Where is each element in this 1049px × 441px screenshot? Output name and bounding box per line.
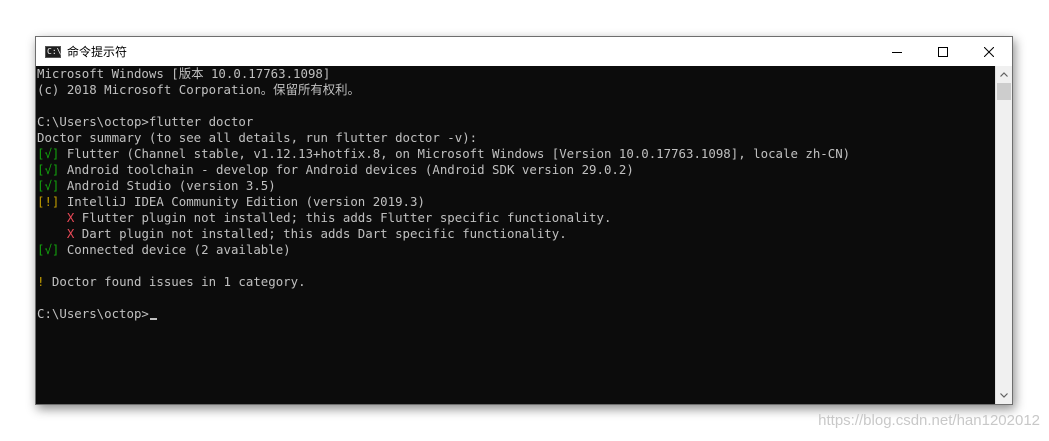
status-marker: [√] — [37, 178, 60, 193]
terminal-line: [√] Flutter (Channel stable, v1.12.13+ho… — [36, 146, 996, 162]
terminal-line: Doctor summary (to see all details, run … — [36, 130, 996, 146]
line-text: C:\Users\octop>flutter doctor — [37, 114, 254, 129]
scroll-down-arrow-icon — [1000, 393, 1008, 398]
scroll-up-button[interactable] — [996, 66, 1012, 83]
status-marker: [√] — [37, 162, 60, 177]
close-button[interactable] — [966, 37, 1012, 66]
cmd-window: C:\ 命令提示符 Microsoft Windows [版本 10.0.177… — [35, 36, 1013, 405]
title-bar[interactable]: C:\ 命令提示符 — [36, 37, 1012, 66]
status-marker: [√] — [37, 242, 60, 257]
terminal-line: ! Doctor found issues in 1 category. — [36, 274, 996, 290]
line-text: Doctor found issues in 1 category. — [44, 274, 306, 289]
line-text: Flutter (Channel stable, v1.12.13+hotfix… — [59, 146, 851, 161]
terminal-output[interactable]: Microsoft Windows [版本 10.0.17763.1098] (c… — [36, 66, 996, 404]
terminal-line: [√] Connected device (2 available) — [36, 242, 996, 258]
maximize-icon — [938, 46, 948, 57]
status-marker: [√] — [37, 146, 60, 161]
cmd-app-icon[interactable]: C:\ — [45, 45, 62, 58]
maximize-button[interactable] — [920, 37, 966, 66]
line-text: C:\Users\octop> — [37, 306, 149, 321]
line-text: Flutter plugin not installed; this adds … — [74, 210, 612, 225]
terminal-line: C:\Users\octop>flutter doctor — [36, 114, 996, 130]
line-text: Doctor summary (to see all details, run … — [37, 130, 478, 145]
line-text: IntelliJ IDEA Community Edition (version… — [59, 194, 425, 209]
minimize-button[interactable] — [874, 37, 920, 66]
terminal-line: [√] Android Studio (version 3.5) — [36, 178, 996, 194]
scroll-down-button[interactable] — [996, 387, 1012, 404]
terminal-line: Microsoft Windows [版本 10.0.17763.1098] — [36, 66, 996, 82]
line-text: (c) 2018 Microsoft Corporation。保留所有权利。 — [37, 82, 360, 97]
minimize-icon — [892, 51, 902, 53]
line-text: Android Studio (version 3.5) — [59, 178, 276, 193]
line-text: Dart plugin not installed; this adds Dar… — [74, 226, 567, 241]
scroll-thumb[interactable] — [997, 83, 1011, 100]
terminal-line: (c) 2018 Microsoft Corporation。保留所有权利。 — [36, 82, 996, 98]
scroll-up-arrow-icon — [1000, 72, 1008, 77]
terminal-line: X Dart plugin not installed; this adds D… — [36, 226, 996, 242]
terminal-line: C:\Users\octop> — [36, 306, 996, 322]
window-title: 命令提示符 — [67, 45, 128, 59]
caption-buttons — [874, 37, 1012, 66]
vertical-scrollbar[interactable] — [995, 66, 1012, 404]
line-text: Connected device (2 available) — [59, 242, 291, 257]
watermark: https://blog.csdn.net/han1202012 — [818, 412, 1040, 429]
status-marker: [!] — [37, 194, 60, 209]
line-text: Android toolchain - develop for Android … — [59, 162, 634, 177]
line-text: Microsoft Windows [版本 10.0.17763.1098] — [37, 66, 331, 81]
text-cursor — [149, 318, 157, 320]
cmd-app-icon-glyph: C:\ — [47, 46, 62, 56]
terminal-line: [√] Android toolchain - develop for Andr… — [36, 162, 996, 178]
terminal-line: X Flutter plugin not installed; this add… — [36, 210, 996, 226]
close-icon — [984, 46, 994, 57]
terminal-line: [!] IntelliJ IDEA Community Edition (ver… — [36, 194, 996, 210]
